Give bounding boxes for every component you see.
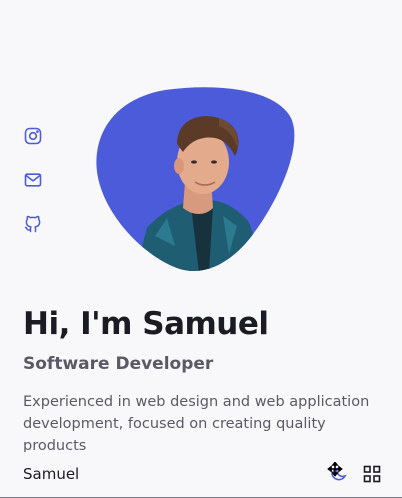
social-links	[23, 126, 43, 234]
profile-blob	[96, 87, 295, 271]
home-page: Hi, I'm Samuel Software Developer Experi…	[0, 0, 402, 498]
moon-icon	[327, 462, 347, 481]
mail-icon	[24, 173, 42, 187]
instagram-link[interactable]	[23, 126, 43, 146]
github-icon	[24, 215, 41, 233]
profile-photo	[95, 86, 295, 272]
instagram-icon	[24, 127, 42, 145]
menu-toggle-button[interactable]	[363, 465, 381, 483]
hero-subtitle: Software Developer	[23, 354, 214, 374]
bottom-nav-bar: Samuel	[0, 452, 402, 498]
theme-toggle-button[interactable]	[327, 462, 349, 484]
brand-logo[interactable]: Samuel	[23, 465, 79, 483]
move-cursor-icon	[327, 462, 343, 477]
mail-link[interactable]	[23, 170, 43, 190]
hero-description: Experienced in web design and web applic…	[23, 394, 370, 454]
hero-title: Hi, I'm Samuel	[23, 306, 269, 342]
github-link[interactable]	[23, 214, 43, 234]
grid-icon	[363, 465, 381, 483]
